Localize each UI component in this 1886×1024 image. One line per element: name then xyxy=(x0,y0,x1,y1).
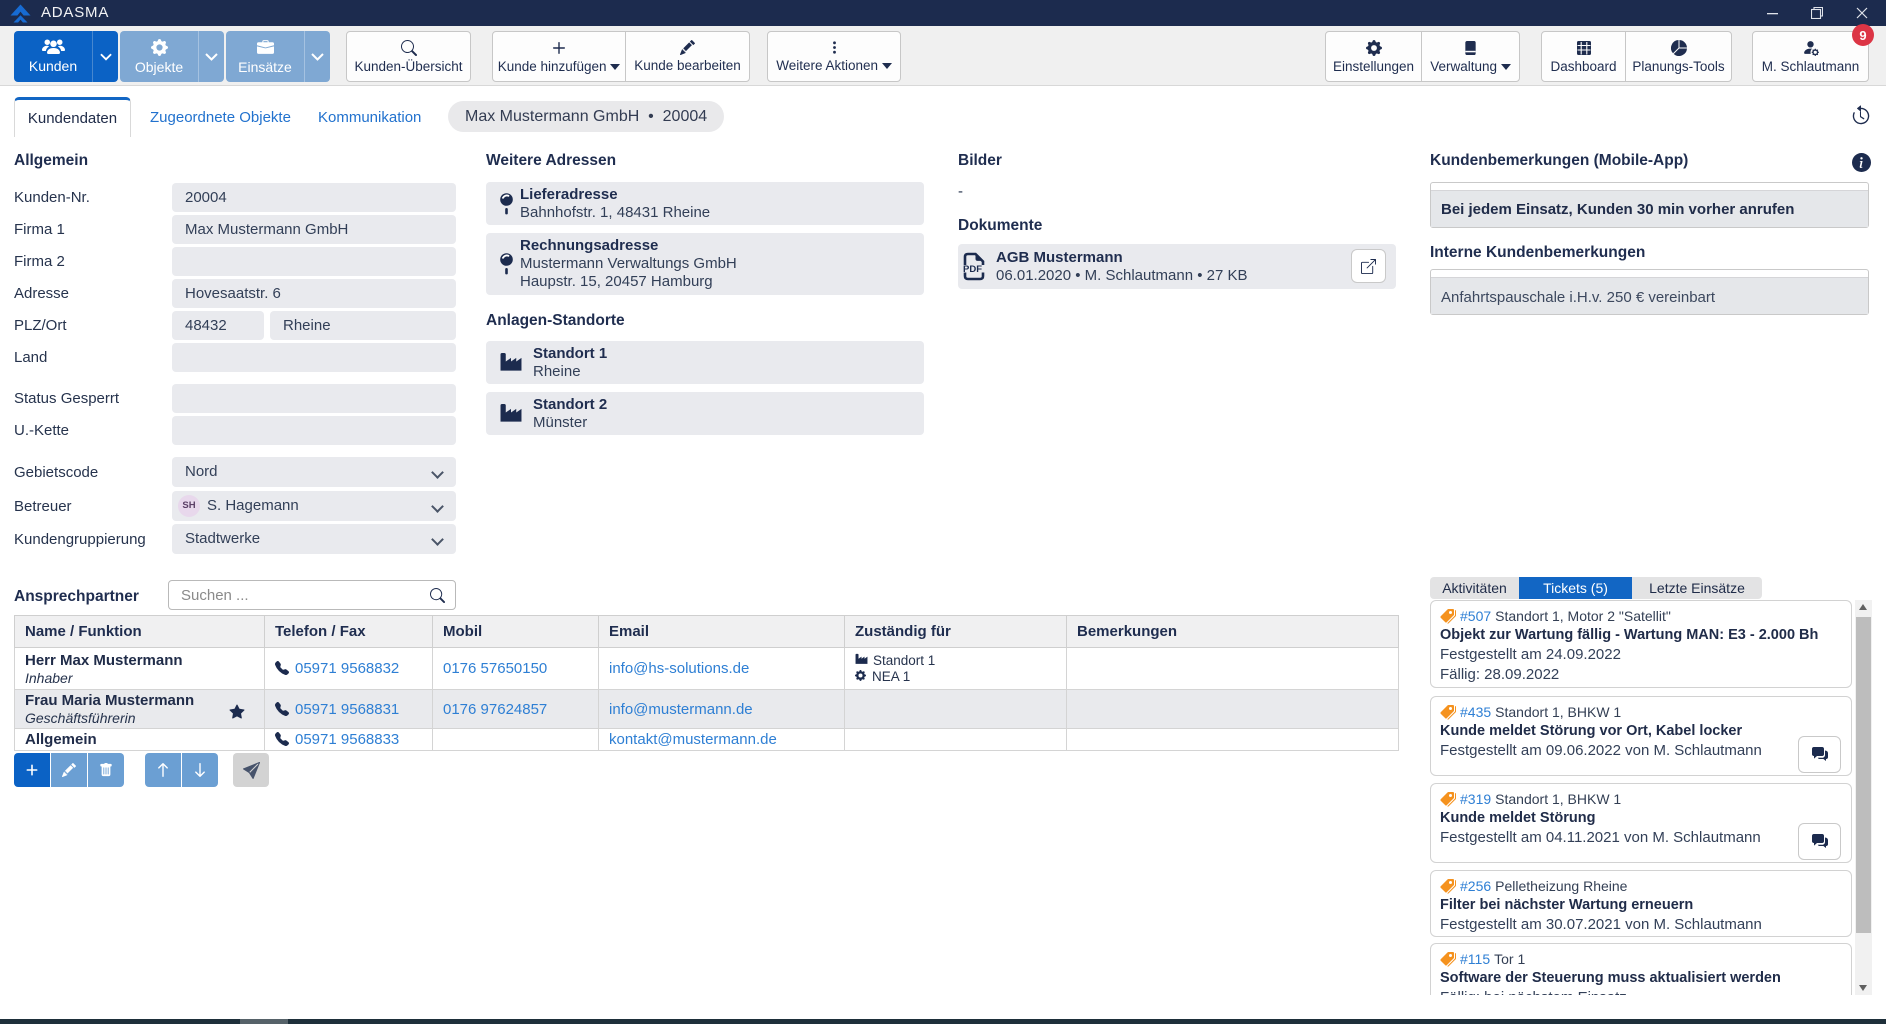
svg-text:PDF: PDF xyxy=(963,264,982,275)
